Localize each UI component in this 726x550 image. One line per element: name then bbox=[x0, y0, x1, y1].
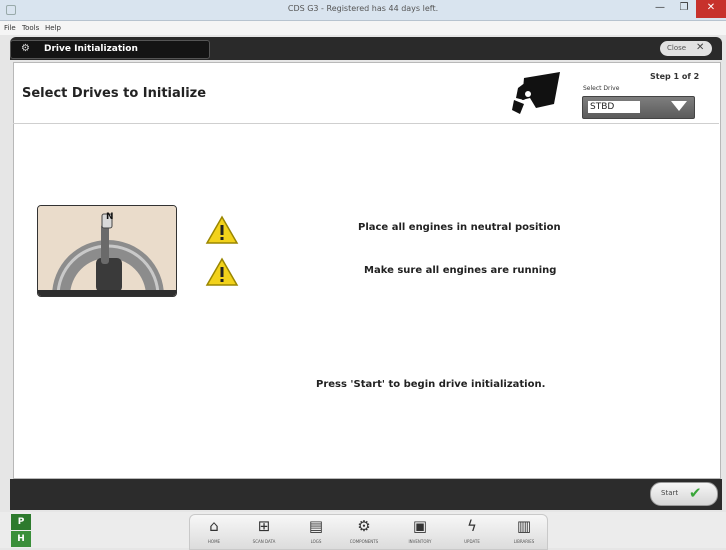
select-drive-label: Select Drive bbox=[583, 85, 620, 92]
select-drive-dropdown[interactable]: STBD bbox=[582, 96, 695, 119]
step-indicator: Step 1 of 2 bbox=[650, 72, 700, 81]
nav-label: SCAN DATA bbox=[252, 539, 276, 544]
select-drive-value: STBD bbox=[588, 101, 640, 113]
menu-help[interactable]: Help bbox=[45, 24, 61, 32]
nav-label: LIBRARIES bbox=[513, 539, 535, 544]
instruction-neutral: Place all engines in neutral position bbox=[358, 222, 561, 233]
nav-label: INVENTORY bbox=[408, 539, 432, 544]
title-divider bbox=[13, 123, 719, 124]
instruction-running: Make sure all engines are running bbox=[364, 265, 557, 276]
lightning-icon: ϟ bbox=[467, 517, 477, 535]
drive-icon bbox=[512, 72, 560, 114]
home-icon: ⌂ bbox=[209, 517, 219, 535]
nav-inventory[interactable]: ▣ INVENTORY bbox=[400, 515, 440, 549]
warning-icon bbox=[205, 215, 239, 244]
window-close-button[interactable]: ✕ bbox=[696, 0, 726, 18]
nav-scan-data[interactable]: ⊞ SCAN DATA bbox=[244, 515, 284, 549]
gear-icon: ⚙ bbox=[21, 43, 30, 54]
start-label: Start bbox=[661, 489, 679, 497]
start-prompt: Press 'Start' to begin drive initializat… bbox=[316, 379, 546, 390]
book-icon: ▥ bbox=[516, 517, 532, 535]
menu-tools[interactable]: Tools bbox=[22, 24, 39, 32]
h-badge[interactable]: H bbox=[11, 531, 31, 547]
check-icon: ✔ bbox=[689, 484, 702, 502]
throttle-lever-image: N bbox=[37, 205, 177, 297]
chevron-down-icon bbox=[671, 101, 687, 111]
nav-label: LOGS bbox=[310, 539, 322, 544]
close-label: Close bbox=[667, 44, 687, 52]
maximize-button[interactable]: ❐ bbox=[672, 0, 696, 18]
nav-label: UPDATE bbox=[464, 539, 480, 544]
warning-icon bbox=[205, 257, 239, 286]
menu-file[interactable]: File bbox=[4, 24, 16, 32]
nav-label: COMPONENTS bbox=[349, 539, 379, 544]
nav-logs[interactable]: ▤ LOGS bbox=[296, 515, 336, 549]
nav-update[interactable]: ϟ UPDATE bbox=[452, 515, 492, 549]
window-title: CDS G3 - Registered has 44 days left. bbox=[287, 4, 439, 13]
p-badge[interactable]: P bbox=[11, 514, 31, 530]
close-icon: ✕ bbox=[696, 42, 705, 53]
nav-components[interactable]: ⚙ COMPONENTS bbox=[344, 515, 384, 549]
monitor-icon: ▣ bbox=[412, 517, 428, 535]
footer-bar bbox=[10, 479, 722, 510]
tab-label: Drive Initialization bbox=[44, 44, 138, 54]
neutral-label: N bbox=[106, 212, 114, 222]
sitemap-icon: ⊞ bbox=[257, 517, 271, 535]
close-button[interactable]: Close ✕ bbox=[660, 41, 712, 56]
menu-bar: File Tools Help bbox=[0, 21, 726, 35]
nav-libraries[interactable]: ▥ LIBRARIES bbox=[504, 515, 544, 549]
page-title: Select Drives to Initialize bbox=[22, 86, 207, 101]
engine-icon: ⚙ bbox=[357, 517, 371, 535]
minimize-button[interactable]: — bbox=[648, 0, 672, 18]
nav-label: HOME bbox=[207, 539, 221, 544]
window-titlebar: CDS G3 - Registered has 44 days left. — … bbox=[0, 0, 726, 21]
nav-home[interactable]: ⌂ HOME bbox=[194, 515, 234, 549]
tab-drive-initialization[interactable]: ⚙ Drive Initialization bbox=[10, 40, 210, 59]
clipboard-icon: ▤ bbox=[308, 517, 324, 535]
start-button[interactable]: Start ✔ bbox=[650, 482, 718, 506]
bottom-nav: ⌂ HOME ⊞ SCAN DATA ▤ LOGS ⚙ COMPONENTS ▣… bbox=[189, 514, 548, 550]
